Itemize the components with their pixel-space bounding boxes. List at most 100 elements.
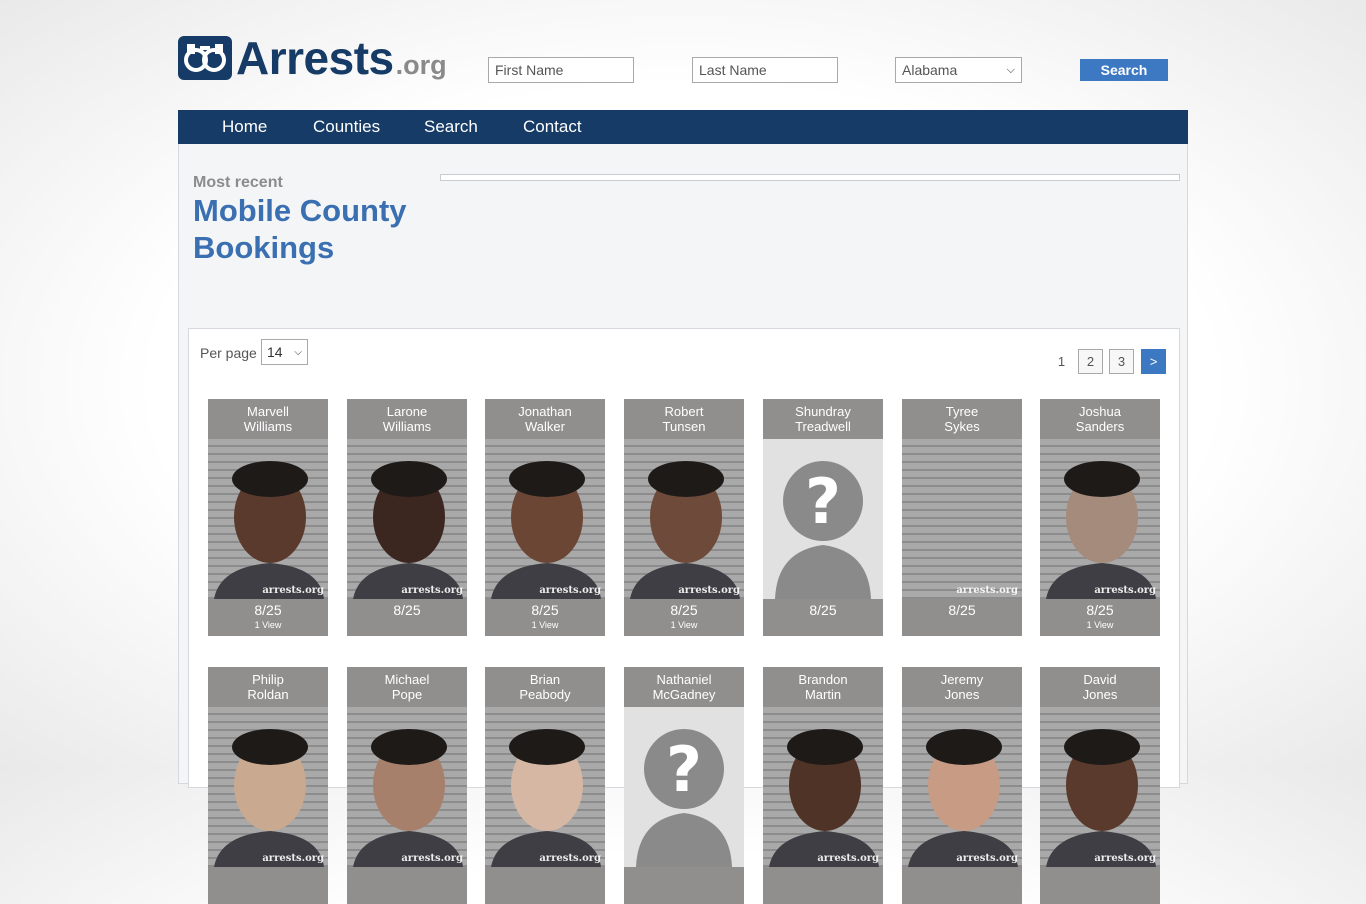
svg-text:?: ?	[666, 733, 702, 806]
page-2-link[interactable]: 2	[1078, 349, 1103, 374]
mugshot-photo[interactable]: ?	[624, 707, 744, 867]
next-page-button[interactable]: >	[1141, 349, 1166, 374]
mugshot-photo[interactable]: arrests.org	[902, 439, 1022, 599]
booking-card[interactable]: Michael Pope arrests.org	[347, 667, 467, 904]
booking-card[interactable]: Joshua Sanders arrests.org 8/25 1 View	[1040, 399, 1160, 636]
last-name-input[interactable]: Last Name	[692, 57, 838, 83]
booking-name[interactable]: Brian Peabody	[485, 667, 605, 707]
mugshot-photo[interactable]: arrests.org	[347, 707, 467, 867]
last-name: Williams	[243, 419, 293, 434]
booking-date: 8/25	[531, 602, 559, 618]
booking-card[interactable]: Robert Tunsen arrests.org 8/25 1 View	[624, 399, 744, 636]
last-name: McGadney	[652, 687, 716, 702]
last-name: Williams	[382, 419, 432, 434]
last-name: Martin	[804, 687, 842, 702]
page-3-link[interactable]: 3	[1109, 349, 1134, 374]
booking-name[interactable]: Nathaniel McGadney	[624, 667, 744, 707]
first-name: Brian	[529, 672, 561, 687]
last-name: Peabody	[519, 687, 571, 702]
mugshot-photo[interactable]: arrests.org	[485, 707, 605, 867]
mugshot-photo[interactable]: arrests.org	[347, 439, 467, 599]
booking-card[interactable]: David Jones arrests.org	[1040, 667, 1160, 904]
watermark: arrests.org	[262, 585, 324, 596]
booking-card[interactable]: Jeremy Jones arrests.org	[902, 667, 1022, 904]
booking-date: 8/25	[1086, 602, 1114, 618]
site-logo[interactable]: Arrests .org	[178, 35, 447, 81]
state-select[interactable]: Alabama ⌵	[895, 57, 1022, 83]
per-page-select[interactable]: 14 ⌵	[261, 339, 308, 365]
svg-text:?: ?	[805, 465, 841, 538]
per-page-value: 14	[267, 344, 283, 360]
booking-card[interactable]: Brian Peabody arrests.org	[485, 667, 605, 904]
last-name: Jones	[1082, 687, 1118, 702]
booking-card[interactable]: Nathaniel McGadney?	[624, 667, 744, 904]
booking-card[interactable]: Marvell Williams arrests.org 8/25 1 View	[208, 399, 328, 636]
first-name: Jeremy	[940, 672, 984, 687]
booking-name[interactable]: Jonathan Walker	[485, 399, 605, 439]
page-kicker: Most recent	[193, 174, 283, 191]
booking-card[interactable]: Jonathan Walker arrests.org 8/25 1 View	[485, 399, 605, 636]
nav-contact[interactable]: Contact	[523, 110, 582, 143]
last-name: Treadwell	[795, 419, 851, 434]
last-name: Tunsen	[662, 419, 706, 434]
booking-name[interactable]: David Jones	[1040, 667, 1160, 707]
booking-name[interactable]: Joshua Sanders	[1040, 399, 1160, 439]
booking-name[interactable]: Marvell Williams	[208, 399, 328, 439]
page-1: 1	[1057, 354, 1066, 369]
mugshot-photo[interactable]: arrests.org	[624, 439, 744, 599]
search-button[interactable]: Search	[1080, 59, 1168, 81]
last-name: Pope	[391, 687, 423, 702]
view-count: 1 View	[531, 620, 559, 630]
booking-card[interactable]: Philip Roldan arrests.org	[208, 667, 328, 904]
nav-home[interactable]: Home	[222, 110, 267, 143]
state-select-value: Alabama	[902, 62, 958, 78]
per-page-label: Per page	[200, 345, 257, 361]
main-nav: Home Counties Search Contact	[178, 110, 1188, 144]
booking-name[interactable]: Tyree Sykes	[902, 399, 1022, 439]
last-name: Sykes	[944, 419, 980, 434]
chevron-down-icon: ⌵	[294, 346, 302, 358]
booking-card[interactable]: Tyree Sykes arrests.org 8/25	[902, 399, 1022, 636]
booking-name[interactable]: Shundray Treadwell	[763, 399, 883, 439]
person-silhouette	[1046, 461, 1156, 599]
watermark: arrests.org	[1094, 585, 1156, 596]
mugshot-photo[interactable]: arrests.org	[1040, 439, 1160, 599]
person-silhouette	[491, 729, 601, 867]
person-silhouette	[908, 729, 1018, 867]
booking-name[interactable]: Philip Roldan	[208, 667, 328, 707]
unknown-person-icon: ?	[636, 729, 732, 867]
booking-card[interactable]: Shundray Treadwell? 8/25	[763, 399, 883, 636]
logo-suffix: .org	[395, 50, 447, 80]
booking-name[interactable]: Brandon Martin	[763, 667, 883, 707]
nav-search[interactable]: Search	[424, 110, 478, 143]
booking-date: 8/25	[809, 602, 837, 618]
booking-name[interactable]: Larone Williams	[347, 399, 467, 439]
booking-card[interactable]: Larone Williams arrests.org 8/25	[347, 399, 467, 636]
booking-name[interactable]: Jeremy Jones	[902, 667, 1022, 707]
first-name: Tyree	[945, 404, 979, 419]
first-name: Larone	[386, 404, 428, 419]
booking-name[interactable]: Michael Pope	[347, 667, 467, 707]
first-name-input[interactable]: First Name	[488, 57, 634, 83]
chevron-down-icon: ⌵	[1006, 63, 1015, 76]
mugshot-photo[interactable]: arrests.org	[485, 439, 605, 599]
mugshot-photo[interactable]: arrests.org	[902, 707, 1022, 867]
watermark: arrests.org	[401, 853, 463, 864]
mugshot-photo[interactable]: arrests.org	[208, 707, 328, 867]
nav-counties[interactable]: Counties	[313, 110, 380, 143]
person-silhouette	[214, 461, 324, 599]
last-name: Roldan	[247, 687, 289, 702]
booking-card[interactable]: Brandon Martin arrests.org	[763, 667, 883, 904]
booking-date: 8/25	[948, 602, 976, 618]
person-silhouette	[353, 729, 463, 867]
watermark: arrests.org	[539, 585, 601, 596]
mugshot-photo[interactable]: ?	[763, 439, 883, 599]
view-count: 1 View	[670, 620, 698, 630]
mugshot-photo[interactable]: arrests.org	[208, 439, 328, 599]
person-silhouette	[353, 461, 463, 599]
mugshot-photo[interactable]: arrests.org	[763, 707, 883, 867]
first-name: Brandon	[798, 672, 848, 687]
booking-name[interactable]: Robert Tunsen	[624, 399, 744, 439]
mugshot-photo[interactable]: arrests.org	[1040, 707, 1160, 867]
watermark: arrests.org	[817, 853, 879, 864]
